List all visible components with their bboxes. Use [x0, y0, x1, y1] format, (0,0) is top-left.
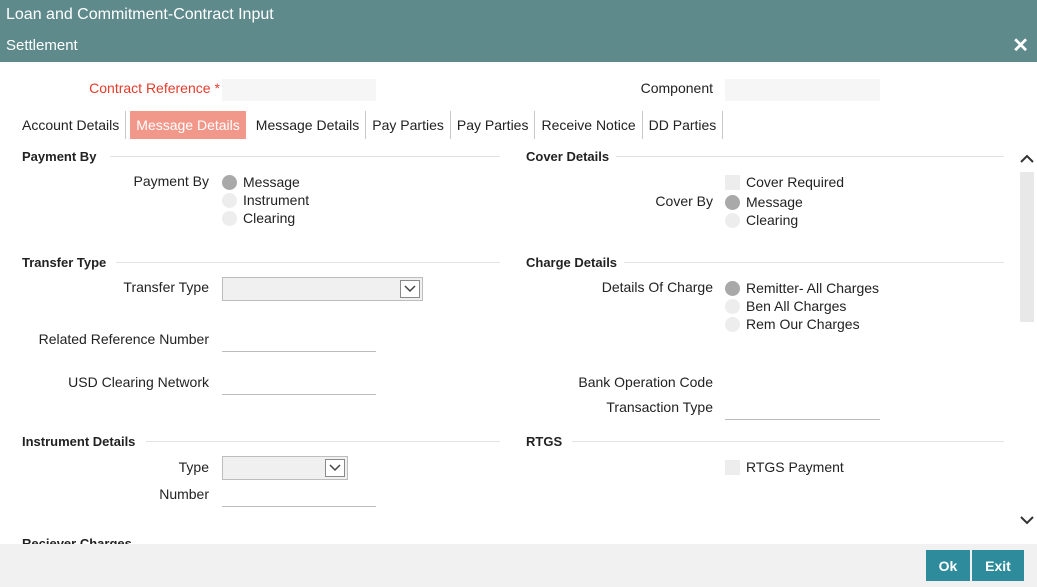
radio-label: Clearing — [243, 210, 296, 226]
tab-bar: Account Details Message Details Message … — [16, 111, 724, 139]
section-divider — [116, 262, 500, 263]
radio-button[interactable] — [725, 212, 740, 228]
related-reference-input[interactable] — [222, 326, 376, 352]
cover-required-checkbox[interactable]: Cover Required — [725, 173, 844, 191]
tab-account-details[interactable]: Account Details — [16, 111, 127, 139]
instrument-number-input[interactable] — [222, 481, 376, 507]
section-divider — [572, 441, 1004, 442]
section-divider — [624, 262, 1004, 263]
radio-button[interactable] — [222, 192, 237, 208]
related-reference-label: Related Reference Number — [38, 331, 209, 347]
charge-option-ben-all[interactable]: Ben All Charges — [725, 297, 846, 315]
checkbox-label: Cover Required — [746, 174, 845, 190]
radio-label: Message — [746, 194, 803, 210]
payment-by-option-instrument[interactable]: Instrument — [222, 191, 309, 209]
scroll-thumb[interactable] — [1020, 172, 1034, 322]
transfer-type-select[interactable] — [222, 277, 423, 301]
radio-label: Ben All Charges — [746, 298, 847, 314]
tab-pay-parties-2[interactable]: Pay Parties — [451, 111, 536, 139]
contract-reference-label: Contract Reference * — [60, 80, 220, 96]
transfer-type-section-title: Transfer Type — [22, 255, 107, 270]
chevron-down-icon[interactable] — [400, 280, 420, 298]
receiver-charges-section-title: Reciever Charges — [22, 536, 132, 544]
scroll-up-icon[interactable] — [1019, 150, 1035, 166]
settlement-form: Payment By Payment By Message Instrument… — [0, 140, 1018, 544]
instrument-details-section-title: Instrument Details — [22, 434, 136, 449]
rtgs-section-title: RTGS — [526, 434, 563, 449]
tab-pay-parties-1[interactable]: Pay Parties — [366, 111, 451, 139]
instrument-type-select[interactable] — [222, 456, 348, 480]
ok-button[interactable]: Ok — [926, 550, 970, 581]
payment-by-label: Payment By — [133, 173, 209, 189]
radio-label: Instrument — [243, 192, 310, 208]
close-icon[interactable]: ✕ — [1012, 30, 1029, 62]
charge-option-remitter-all[interactable]: Remitter- All Charges — [725, 279, 879, 297]
payment-by-section-title: Payment By — [22, 149, 97, 164]
checkbox[interactable] — [725, 459, 740, 475]
tab-receive-notice[interactable]: Receive Notice — [535, 111, 643, 139]
tab-dd-parties[interactable]: DD Parties — [643, 111, 724, 139]
contract-reference-input[interactable] — [222, 79, 376, 101]
vertical-scrollbar[interactable] — [1018, 140, 1034, 530]
instrument-type-label: Type — [178, 459, 209, 475]
checkbox-label: RTGS Payment — [746, 459, 844, 475]
exit-button[interactable]: Exit — [972, 550, 1024, 581]
radio-button[interactable] — [725, 316, 740, 332]
radio-button[interactable] — [725, 298, 740, 314]
radio-label: Message — [243, 174, 300, 190]
component-label: Component — [640, 80, 713, 96]
payment-by-option-message[interactable]: Message — [222, 173, 300, 191]
transaction-type-input[interactable] — [725, 394, 880, 420]
tab-message-details-active[interactable]: Message Details — [130, 111, 246, 139]
radio-button[interactable] — [725, 194, 740, 210]
transfer-type-label: Transfer Type — [123, 279, 209, 295]
section-divider — [616, 156, 1004, 157]
cover-details-section-title: Cover Details — [526, 149, 610, 164]
dialog-footer: Ok Exit — [0, 544, 1037, 587]
scroll-down-icon[interactable] — [1019, 512, 1035, 528]
cover-by-option-message[interactable]: Message — [725, 193, 803, 211]
radio-label: Clearing — [746, 212, 799, 228]
section-divider — [110, 156, 500, 157]
transaction-type-label: Transaction Type — [606, 399, 713, 415]
payment-by-option-clearing[interactable]: Clearing — [222, 209, 295, 227]
radio-button[interactable] — [222, 174, 237, 190]
usd-clearing-network-label: USD Clearing Network — [68, 374, 209, 390]
radio-button[interactable] — [222, 210, 237, 226]
bank-operation-code-label: Bank Operation Code — [578, 374, 713, 390]
radio-label: Rem Our Charges — [746, 316, 860, 332]
section-divider — [146, 441, 500, 442]
instrument-number-label: Number — [159, 486, 209, 502]
radio-button[interactable] — [725, 280, 740, 296]
component-input[interactable] — [725, 79, 880, 101]
required-marker: * — [214, 80, 220, 96]
charge-details-section-title: Charge Details — [526, 255, 618, 270]
checkbox[interactable] — [725, 174, 740, 190]
charge-option-rem-our[interactable]: Rem Our Charges — [725, 315, 860, 333]
radio-label: Remitter- All Charges — [746, 280, 880, 296]
dialog-title: Settlement — [6, 37, 78, 54]
rtgs-payment-checkbox[interactable]: RTGS Payment — [725, 458, 844, 476]
bank-operation-code-input[interactable] — [725, 369, 880, 395]
cover-by-label: Cover By — [655, 193, 713, 209]
details-of-charge-label: Details Of Charge — [601, 279, 713, 295]
window-title: Loan and Commitment-Contract Input — [0, 0, 1037, 30]
cover-by-option-clearing[interactable]: Clearing — [725, 211, 798, 229]
tab-message-details[interactable]: Message Details — [250, 111, 367, 139]
chevron-down-icon[interactable] — [325, 459, 345, 477]
dialog-header: Settlement ✕ — [0, 30, 1037, 62]
usd-clearing-network-input[interactable] — [222, 369, 376, 395]
contract-reference-label-text: Contract Reference — [89, 80, 211, 96]
